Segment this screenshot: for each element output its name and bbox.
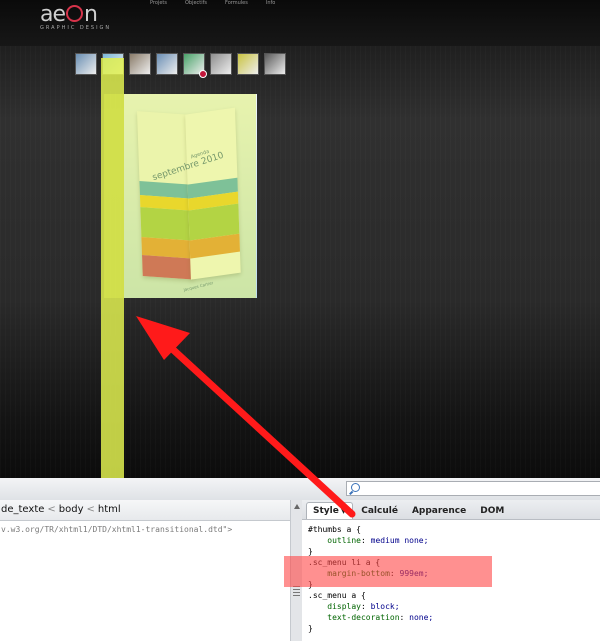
css-colon: : [360,602,371,611]
search-icon [351,483,360,492]
css-declaration[interactable]: outline: medium none; [308,535,600,546]
nav-item-formules[interactable]: Formules [225,0,248,6]
logo-ring-icon [66,5,84,22]
thumb-7[interactable] [238,54,258,74]
nav-item-objectifs[interactable]: Objectifs [185,0,207,6]
tab-style-label: Style [313,506,339,516]
tab-style[interactable]: Style ▼ [306,502,354,519]
thumb-4[interactable] [157,54,177,74]
site-logo[interactable]: ae n GRAPHIC DESIGN [40,2,112,32]
css-declaration[interactable]: display: block; [308,601,600,612]
logo-text-suffix: n [84,2,98,27]
close-icon[interactable] [199,70,207,78]
css-declaration[interactable]: text-decoration: none; [308,612,600,623]
site-header: ae n GRAPHIC DESIGN Projets Objectifs For… [0,0,600,46]
css-rule[interactable]: .sc_menu a { display: block; text-decora… [308,590,600,634]
css-selector[interactable]: #thumbs a { [308,524,600,535]
splitter-grip-icon[interactable] [293,586,300,596]
css-colon: : [399,613,410,622]
dom-breadcrumb: de_texte < body < html [0,500,290,521]
breadcrumb-separator-icon: < [86,504,95,515]
css-rule[interactable]: #thumbs a { outline: medium none;} [308,524,600,557]
logo-subtitle: GRAPHIC DESIGN [40,25,112,31]
logo-text-prefix: ae [40,2,66,27]
css-property: text-decoration [308,613,400,622]
css-value[interactable]: medium none; [371,536,429,545]
breadcrumb-item-body[interactable]: body [59,504,84,515]
thumb-6[interactable] [211,54,231,74]
css-property: display [308,602,361,611]
tab-apparence[interactable]: Apparence [406,503,472,519]
css-colon: : [360,536,371,545]
tab-calcule[interactable]: Calculé [355,503,404,519]
thumb-3[interactable] [130,54,150,74]
nav-item-projets[interactable]: Projets [150,0,167,6]
devtools-toolbar [0,478,600,501]
site-nav: Projets Objectifs Formules Info [150,0,275,6]
thumb-8[interactable] [265,54,285,74]
css-value[interactable]: block; [371,602,400,611]
style-tabs: Style ▼ Calculé Apparence DOM [302,500,600,520]
scroll-up-arrow-icon[interactable] [294,504,300,509]
devtools-search-input[interactable] [346,481,600,496]
breadcrumb-separator-icon: < [47,504,56,515]
breadcrumb-item-html[interactable]: html [98,504,121,515]
margin-rule-highlight [284,556,492,587]
css-rule-close: } [308,624,313,633]
doctype-line[interactable]: v.w3.org/TR/xhtml1/DTD/xhtml1-transition… [0,521,290,534]
thumb-5[interactable] [184,54,207,78]
inspector-highlight-box [104,94,256,298]
nav-item-info[interactable]: Info [266,0,275,6]
website-viewport: ae n GRAPHIC DESIGN Projets Objectifs For… [0,0,600,478]
css-selector[interactable]: .sc_menu a { [308,590,600,601]
dom-source-pane: de_texte < body < html v.w3.org/TR/xhtml1/DT… [0,500,290,641]
css-value[interactable]: none; [409,613,433,622]
chevron-down-icon: ▼ [340,507,347,515]
tab-dom[interactable]: DOM [474,503,510,519]
thumb-1[interactable] [76,54,96,74]
css-property: outline [308,536,361,545]
breadcrumb-item-de-texte[interactable]: de_texte [1,504,44,515]
